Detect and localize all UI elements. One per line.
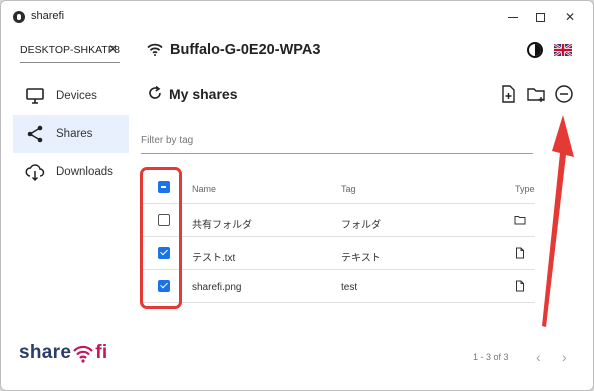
network-name: Buffalo-G-0E20-WPA3 <box>170 42 321 58</box>
column-header-name[interactable]: Name <box>192 184 216 194</box>
row-name: テスト.txt <box>192 253 236 264</box>
share-icon <box>27 125 43 143</box>
sidebar: Devices Shares Downloads <box>13 77 129 191</box>
theme-toggle-icon[interactable] <box>527 42 543 58</box>
row-name: 共有フォルダ <box>192 220 252 231</box>
sidebar-item-label: Downloads <box>56 166 113 178</box>
monitor-icon <box>26 88 44 104</box>
table-row[interactable]: sharefi.png test <box>141 270 535 303</box>
file-icon <box>516 247 524 259</box>
logo-text-left: share <box>19 342 72 363</box>
app-icon <box>13 11 25 23</box>
filter-by-tag-field[interactable] <box>141 132 533 154</box>
cloud-download-icon <box>25 164 45 182</box>
refresh-icon[interactable] <box>147 85 163 101</box>
close-button[interactable]: ✕ <box>558 7 582 27</box>
page-title: My shares <box>169 86 238 102</box>
table-row[interactable]: 共有フォルダ フォルダ <box>141 204 535 237</box>
maximize-button[interactable] <box>528 7 552 27</box>
sidebar-item-label: Shares <box>56 128 93 140</box>
red-arrow-annotation <box>542 115 574 327</box>
chevron-left-icon[interactable]: ‹ <box>536 349 541 365</box>
sidebar-item-downloads[interactable]: Downloads <box>13 153 129 191</box>
device-chip[interactable]: DESKTOP-SHKATF8 ✕ <box>20 41 120 63</box>
uk-flag-icon[interactable] <box>554 44 572 56</box>
table-footer: 1 - 3 of 3 ‹ › <box>141 346 581 370</box>
window-title: sharefi <box>31 10 65 22</box>
filter-input[interactable] <box>141 135 533 146</box>
add-file-icon[interactable] <box>497 83 519 105</box>
folder-icon <box>514 216 526 225</box>
logo-wifi-icon <box>73 345 94 363</box>
add-folder-icon[interactable] <box>525 83 547 105</box>
maximize-icon <box>535 12 545 22</box>
title-bar: sharefi ✕ <box>1 1 593 33</box>
file-icon <box>516 280 524 292</box>
row-checkbox[interactable] <box>158 214 170 226</box>
wifi-icon <box>147 43 163 56</box>
row-tag: テキスト <box>341 253 381 264</box>
shares-table: Name Tag Type 共有フォルダ フォルダ テスト.txt テキスト s… <box>141 171 535 303</box>
sidebar-item-label: Devices <box>56 90 97 102</box>
select-all-checkbox[interactable] <box>158 181 170 193</box>
app-header: DESKTOP-SHKATF8 ✕ Buffalo-G-0E20-WPA3 <box>1 33 593 73</box>
table-header-row: Name Tag Type <box>141 171 535 204</box>
minimize-icon <box>508 16 518 18</box>
chevron-right-icon[interactable]: › <box>562 349 567 365</box>
row-checkbox[interactable] <box>158 280 170 292</box>
section-header: My shares <box>141 77 581 111</box>
column-header-tag[interactable]: Tag <box>341 184 356 194</box>
row-name: sharefi.png <box>192 282 242 293</box>
column-header-type[interactable]: Type <box>515 184 535 194</box>
minimize-button[interactable] <box>501 7 525 27</box>
device-chip-label: DESKTOP-SHKATF8 <box>20 44 120 56</box>
sharefi-logo: share fi <box>19 342 107 370</box>
row-tag: フォルダ <box>341 220 381 231</box>
pagination-range: 1 - 3 of 3 <box>473 352 509 362</box>
sidebar-item-devices[interactable]: Devices <box>13 77 129 115</box>
app-window: sharefi ✕ DESKTOP-SHKATF8 ✕ Buffalo-G-0E… <box>0 0 594 391</box>
row-checkbox[interactable] <box>158 247 170 259</box>
table-row[interactable]: テスト.txt テキスト <box>141 237 535 270</box>
logo-text-right: fi <box>95 342 108 363</box>
main-content: My shares <box>141 77 581 111</box>
remove-icon[interactable] <box>553 83 575 105</box>
close-icon[interactable]: ✕ <box>108 42 118 56</box>
sidebar-item-shares[interactable]: Shares <box>13 115 129 153</box>
row-tag: test <box>341 282 358 293</box>
